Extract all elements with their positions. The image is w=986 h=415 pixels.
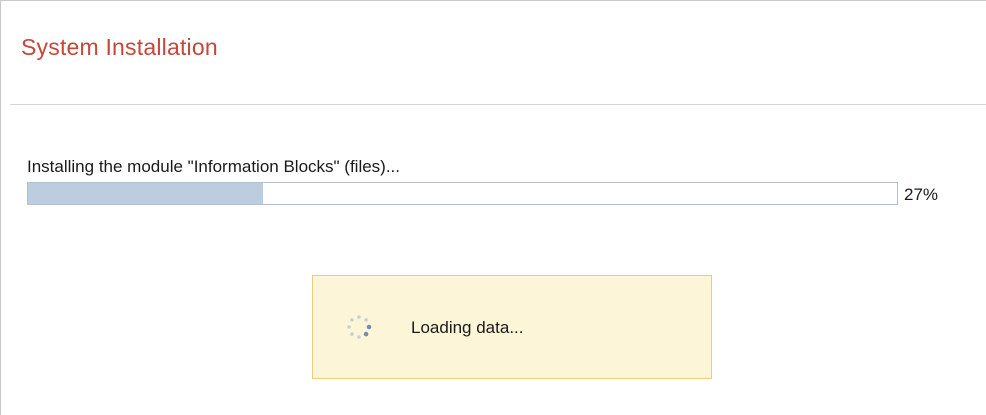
progress-percent-label: 27% — [904, 185, 939, 204]
loading-notification: Loading data... — [312, 275, 712, 379]
installation-status-text: Installing the module "Information Block… — [27, 157, 401, 176]
header-divider — [10, 104, 986, 105]
spinner-dot — [357, 335, 361, 339]
installation-progress-bar — [27, 182, 898, 205]
spinner-dot — [364, 318, 368, 322]
installation-window: System Installation Installing the modul… — [0, 0, 986, 415]
spinner-dot — [350, 332, 354, 336]
spinner-dot — [350, 318, 354, 322]
installation-progress-fill — [28, 183, 263, 204]
loading-text: Loading data... — [411, 318, 524, 337]
spinner-dot — [357, 315, 361, 319]
spinner-dot — [347, 325, 351, 329]
spinner-dot — [366, 324, 372, 330]
spinner-icon — [347, 315, 372, 339]
spinner-dot — [363, 331, 369, 337]
page-title: System Installation — [21, 34, 218, 60]
